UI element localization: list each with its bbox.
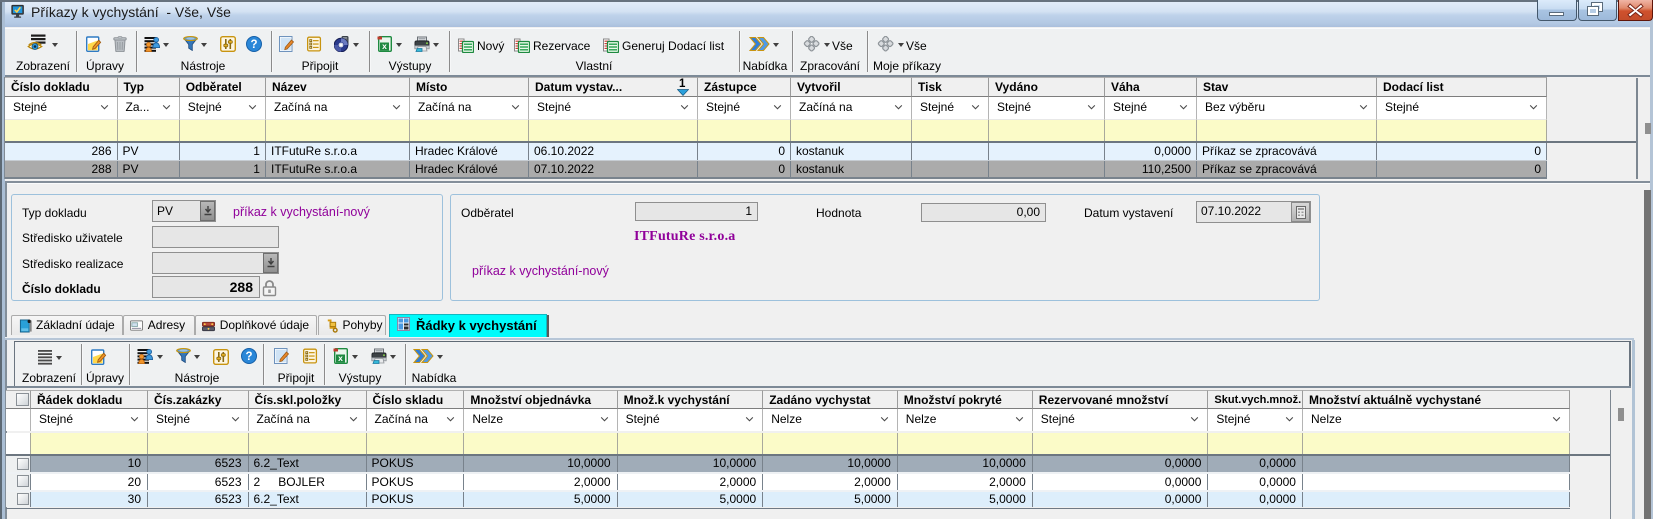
svg-text:?: ? [245,351,252,363]
svg-text:x: x [382,41,387,51]
svg-text:x: x [338,353,343,363]
svg-text:?: ? [250,39,257,51]
